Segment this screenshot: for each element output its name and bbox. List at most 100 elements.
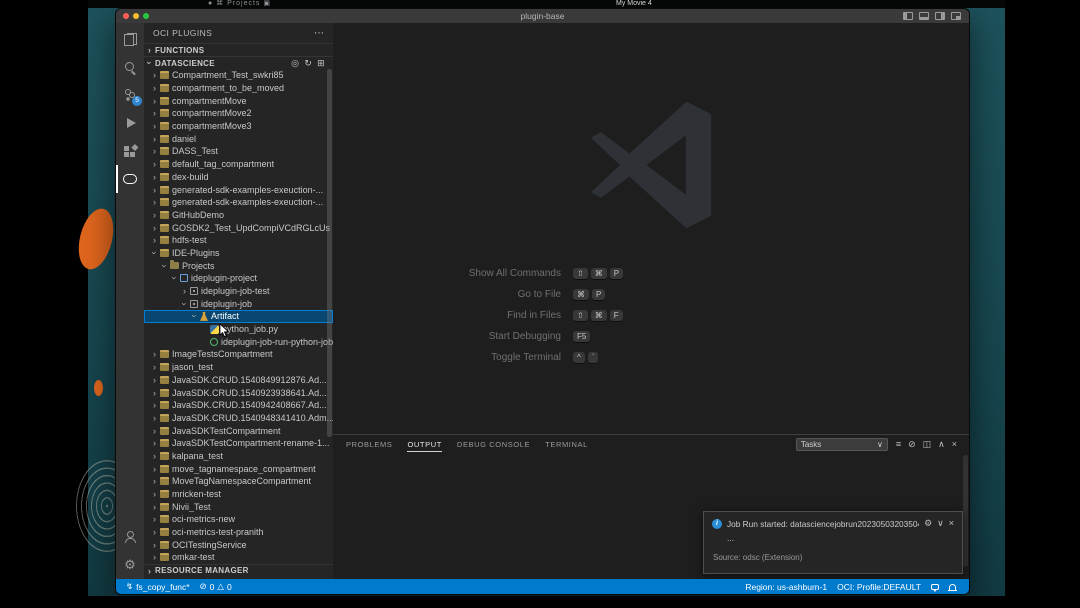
tree-item[interactable]: › jason_test [144,361,333,374]
tree-item-label: IDE-Plugins [172,248,220,258]
tree-item[interactable]: › default_tag_compartment [144,158,333,171]
tree-item-label: DASS_Test [172,146,218,156]
refresh-icon[interactable]: ↻ [304,58,312,69]
panel-tab[interactable]: DEBUG CONSOLE [457,437,530,452]
tree-item-icon [160,389,169,397]
activity-bar-item[interactable] [116,25,144,53]
shortcut-label: Show All Commands [333,268,561,279]
tree-item[interactable]: › JavaSDKTestCompartment [144,424,333,437]
notification-gear-icon[interactable]: ⚙ [924,518,932,529]
toggle-sidebar-left-icon[interactable] [903,12,913,20]
tree-item[interactable]: › ideplugin-project [144,272,333,285]
output-channel-dropdown[interactable]: Tasks ∨ [796,438,888,451]
feedback-button[interactable] [926,584,944,590]
tree-item[interactable]: › Artifact [144,310,333,323]
tree-item[interactable]: › JavaSDK.CRUD.1540923938641.Ad... [144,386,333,399]
open-external-icon[interactable]: ⊞ [317,58,325,69]
panel-tab[interactable]: PROBLEMS [346,437,392,452]
tree-item[interactable]: › compartmentMove2 [144,107,333,120]
toggle-panel-icon[interactable] [919,12,929,20]
tree-item[interactable]: › GOSDK2_Test_UpdCompiVCdRGLcUs [144,221,333,234]
customize-layout-icon[interactable] [951,12,961,20]
datascience-tree: › Compartment_Test_swkri85 › compartment… [144,69,333,564]
tree-item[interactable]: › JavaSDK.CRUD.1540942408667.Ad... [144,399,333,412]
activity-bar-item[interactable] [116,165,144,193]
tree-item[interactable]: › dex-build [144,171,333,184]
remote-indicator[interactable]: ↯ fs_copy_func* [121,579,195,594]
section-resource-manager[interactable]: › RESOURCE MANAGER [144,564,333,577]
oci-profile-status[interactable]: OCI: Profile:DEFAULT [832,582,926,592]
tree-item[interactable]: › compartmentMove3 [144,120,333,133]
split-panel-icon[interactable]: ◫ [923,439,932,450]
activity-bar-item[interactable] [116,551,144,579]
toggle-sidebar-right-icon[interactable] [935,12,945,20]
empty-editor: Show All Commands ⇧⌘P Go to File ⌘P Find… [333,23,969,434]
tree-item[interactable]: › Projects [144,259,333,272]
tree-item[interactable]: › compartmentMove [144,94,333,107]
tree-item[interactable]: › OCITestingService [144,538,333,551]
tree-item[interactable]: › Nivii_Test [144,500,333,513]
notification-close-icon[interactable]: × [949,518,954,529]
tree-item-icon [160,122,169,130]
close-panel-icon[interactable]: × [952,439,957,450]
shortcut-label: Find in Files [333,310,561,321]
more-actions-icon[interactable]: ⋯ [314,28,324,39]
activity-bar-item[interactable] [116,523,144,551]
sidebar-scrollbar[interactable] [327,69,332,437]
tree-item[interactable]: › MoveTagNamespaceCompartment [144,475,333,488]
problems-status[interactable]: ⊘ 0 △ 0 [195,579,237,594]
tree-item[interactable]: › daniel [144,132,333,145]
output-filter-icon[interactable]: ≡ [896,439,901,450]
tree-item[interactable]: › GitHubDemo [144,209,333,222]
tree-item[interactable]: › JavaSDK.CRUD.1540849912876.Ad... [144,374,333,387]
tree-item[interactable]: › omkar-test [144,551,333,564]
activity-bar-item[interactable] [116,53,144,81]
macos-menubar: ● ⌘ Projects ▣ My Movie 4 [88,0,1005,8]
section-datascience[interactable]: › DATASCIENCE ◎ ↻ ⊞ [144,56,333,69]
tree-item[interactable]: › ImageTestsCompartment [144,348,333,361]
tree-item[interactable]: › ideplugin-job [144,297,333,310]
sidebar-header: OCI PLUGINS ⋯ [144,23,333,43]
keyboard-key: ⇧ [573,268,588,279]
activity-bar-item[interactable]: 5 [116,81,144,109]
notification-controls: ⚙ ∨ × [924,518,954,529]
tree-item-label: hdfs-test [172,235,207,245]
tree-item[interactable]: › Compartment_Test_swkri85 [144,69,333,82]
tree-item[interactable]: › IDE-Plugins [144,247,333,260]
activity-bar-item[interactable] [116,109,144,137]
clear-output-icon[interactable]: ⊘ [908,439,916,450]
status-bar-right: Region: us-ashburn-1 OCI: Profile:DEFAUL… [740,582,961,592]
tree-item[interactable]: › oci-metrics-new [144,513,333,526]
tree-item-icon [160,84,169,92]
tree-item[interactable]: › oci-metrics-test-pranith [144,526,333,539]
tree-item[interactable]: › ideplugin-job-run-python-job [144,335,333,348]
shortcut-keys: ⇧⌘F [573,310,623,321]
tree-item[interactable]: › generated-sdk-examples-exeuction-... [144,196,333,209]
tree-item[interactable]: › generated-sdk-examples-exeuction-... [144,183,333,196]
tree-item[interactable]: › python_job.py [144,323,333,336]
panel-tab[interactable]: OUTPUT [407,437,441,452]
scm-badge: 5 [132,96,142,106]
tree-item[interactable]: › hdfs-test [144,234,333,247]
tree-item[interactable]: › kalpana_test [144,450,333,463]
window-titlebar[interactable]: plugin-base [116,9,969,23]
section-functions[interactable]: › FUNCTIONS [144,43,333,56]
tree-item-icon [200,312,208,321]
tree-item[interactable]: › DASS_Test [144,145,333,158]
activity-icon [124,61,136,73]
panel-tab[interactable]: TERMINAL [545,437,588,452]
tree-item[interactable]: › JavaSDKTestCompartment-rename-1... [144,437,333,450]
set-region-icon[interactable]: ◎ [291,58,299,69]
keyboard-key: ^ [573,352,585,363]
panel-scrollbar[interactable] [963,455,968,567]
notifications-button[interactable] [944,584,961,590]
tree-item[interactable]: › JavaSDK.CRUD.1540948341410.Adm... [144,412,333,425]
maximize-panel-icon[interactable]: ∧ [938,439,945,450]
tree-item[interactable]: › mricken-test [144,488,333,501]
activity-bar-item[interactable] [116,137,144,165]
tree-item[interactable]: › ideplugin-job-test [144,285,333,298]
notification-chevron-icon[interactable]: ∨ [937,518,944,529]
region-status[interactable]: Region: us-ashburn-1 [740,582,832,592]
tree-item[interactable]: › move_tagnamespace_compartment [144,462,333,475]
tree-item[interactable]: › compartment_to_be_moved [144,82,333,95]
